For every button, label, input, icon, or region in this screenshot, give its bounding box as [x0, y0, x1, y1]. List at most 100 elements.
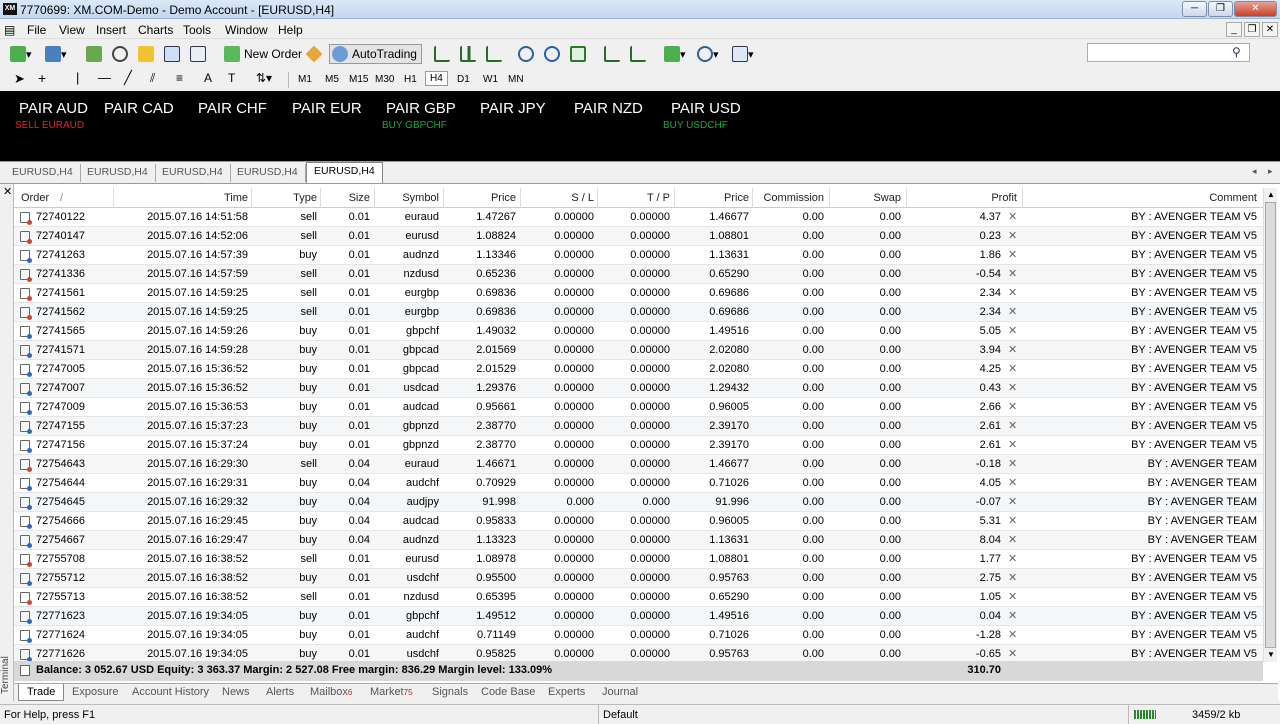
- vertical-scrollbar[interactable]: ▲ ▼: [1263, 188, 1277, 662]
- timeframe-w1[interactable]: W1: [483, 74, 498, 85]
- channel-icon[interactable]: ⫽: [150, 71, 155, 86]
- timeframe-m1[interactable]: M1: [298, 74, 312, 85]
- arrows-icon[interactable]: ⇅▾: [256, 71, 272, 85]
- metaeditor-button[interactable]: [305, 44, 323, 64]
- indicators-button[interactable]: ▾: [664, 44, 686, 64]
- table-row[interactable]: 72754666 2015.07.16 16:29:45 buy 0.04 audcad…: [14, 512, 1263, 531]
- timeframe-mn[interactable]: MN: [508, 74, 524, 85]
- table-row[interactable]: 72755712 2015.07.16 16:38:52 buy 0.01 usdchf…: [14, 569, 1263, 588]
- table-row[interactable]: 72740122 2015.07.16 14:51:58 sell 0.01 eurau…: [14, 208, 1263, 227]
- col-swap[interactable]: Swap: [844, 192, 901, 204]
- close-order-icon[interactable]: ✕: [1008, 476, 1017, 489]
- close-order-icon[interactable]: ✕: [1008, 419, 1017, 432]
- timeframe-h1[interactable]: H1: [404, 74, 417, 85]
- timeframe-d1[interactable]: D1: [457, 74, 470, 85]
- table-row[interactable]: 72747156 2015.07.16 15:37:24 buy 0.01 gbpnzd…: [14, 436, 1263, 455]
- table-row[interactable]: 72741336 2015.07.16 14:57:59 sell 0.01 nzdus…: [14, 265, 1263, 284]
- tab-scroll-left-icon[interactable]: ◂: [1252, 166, 1257, 177]
- autotrading-button[interactable]: AutoTrading: [329, 44, 422, 64]
- menu-view[interactable]: View: [59, 23, 85, 37]
- tab-account-history[interactable]: Account History: [132, 686, 209, 698]
- cursor-icon[interactable]: ➤: [14, 71, 25, 87]
- table-row[interactable]: 72747155 2015.07.16 15:37:23 buy 0.01 gbpnzd…: [14, 417, 1263, 436]
- col-symbol[interactable]: Symbol: [384, 192, 439, 204]
- col-type[interactable]: Type: [264, 192, 317, 204]
- search-input[interactable]: [1087, 43, 1250, 62]
- table-row[interactable]: 72741565 2015.07.16 14:59:26 buy 0.01 gbpchf…: [14, 322, 1263, 341]
- close-order-icon[interactable]: ✕: [1008, 362, 1017, 375]
- close-order-icon[interactable]: ✕: [1008, 590, 1017, 603]
- timeframe-m5[interactable]: M5: [325, 74, 339, 85]
- app-menu-icon[interactable]: ▤: [4, 23, 15, 37]
- zoom-in-button[interactable]: [518, 44, 534, 64]
- strategy-tester-button[interactable]: [190, 44, 206, 64]
- table-row[interactable]: 72755708 2015.07.16 16:38:52 sell 0.01 eurus…: [14, 550, 1263, 569]
- table-row[interactable]: 72741561 2015.07.16 14:59:25 sell 0.01 eurgb…: [14, 284, 1263, 303]
- col-time[interactable]: Time: [194, 192, 248, 204]
- table-row[interactable]: 72740147 2015.07.16 14:52:06 sell 0.01 eurus…: [14, 227, 1263, 246]
- tab-experts[interactable]: Experts: [548, 686, 585, 698]
- mdi-minimize-button[interactable]: _: [1226, 22, 1242, 37]
- maximize-button[interactable]: ❐: [1208, 1, 1233, 17]
- close-terminal-icon[interactable]: ✕: [3, 185, 12, 198]
- close-order-icon[interactable]: ✕: [1008, 286, 1017, 299]
- close-order-icon[interactable]: ✕: [1008, 438, 1017, 451]
- tab-exposure[interactable]: Exposure: [72, 686, 118, 698]
- close-order-icon[interactable]: ✕: [1008, 248, 1017, 261]
- table-row[interactable]: 72754643 2015.07.16 16:29:30 sell 0.04 eurau…: [14, 455, 1263, 474]
- close-order-icon[interactable]: ✕: [1008, 495, 1017, 508]
- vertical-line-icon[interactable]: |: [76, 70, 79, 85]
- close-order-icon[interactable]: ✕: [1008, 628, 1017, 641]
- table-row[interactable]: 72747005 2015.07.16 15:36:52 buy 0.01 gbpcad…: [14, 360, 1263, 379]
- timeframe-m15[interactable]: M15: [349, 74, 368, 85]
- tab-journal[interactable]: Journal: [602, 686, 638, 698]
- text-label-icon[interactable]: T: [228, 71, 235, 85]
- fibonacci-icon[interactable]: ≡: [176, 71, 183, 85]
- chart-tab-active[interactable]: EURUSD,H4: [306, 162, 383, 183]
- new-chart-button[interactable]: ▾: [10, 44, 32, 64]
- menu-insert[interactable]: Insert: [96, 23, 126, 37]
- table-row[interactable]: 72747007 2015.07.16 15:36:52 buy 0.01 usdcad…: [14, 379, 1263, 398]
- scroll-up-icon[interactable]: ▲: [1267, 190, 1275, 199]
- periods-button[interactable]: ▾: [697, 44, 719, 64]
- terminal-button[interactable]: [164, 44, 180, 64]
- tab-mailbox[interactable]: Mailbox6: [310, 686, 352, 698]
- bar-chart-button[interactable]: [434, 44, 450, 64]
- menu-file[interactable]: File: [27, 23, 46, 37]
- chart-tab[interactable]: EURUSD,H4: [155, 164, 231, 182]
- chart-window[interactable]: PAIR AUD PAIR CAD PAIR CHF PAIR EUR PAIR…: [0, 91, 1280, 161]
- chart-tab[interactable]: EURUSD,H4: [80, 164, 156, 182]
- close-order-icon[interactable]: ✕: [1008, 457, 1017, 470]
- table-row[interactable]: 72747009 2015.07.16 15:36:53 buy 0.01 audcad…: [14, 398, 1263, 417]
- trendline-icon[interactable]: ╱: [124, 70, 132, 86]
- scroll-thumb[interactable]: [1265, 202, 1276, 648]
- col-tp[interactable]: T / P: [610, 192, 670, 204]
- col-current-price[interactable]: Price: [684, 192, 749, 204]
- close-order-icon[interactable]: ✕: [1008, 343, 1017, 356]
- mdi-close-button[interactable]: ✕: [1262, 22, 1278, 37]
- zoom-out-button[interactable]: [544, 44, 560, 64]
- search-icon[interactable]: ⚲: [1232, 45, 1241, 59]
- close-order-icon[interactable]: ✕: [1008, 533, 1017, 546]
- table-row[interactable]: 72754667 2015.07.16 16:29:47 buy 0.04 audnzd…: [14, 531, 1263, 550]
- crosshair-tool-icon[interactable]: +: [38, 70, 46, 86]
- table-row[interactable]: 72741263 2015.07.16 14:57:39 buy 0.01 audnzd…: [14, 246, 1263, 265]
- line-chart-button[interactable]: [486, 44, 502, 64]
- chart-shift-button[interactable]: [630, 44, 646, 64]
- tab-signals[interactable]: Signals: [432, 686, 468, 698]
- templates-button[interactable]: ▾: [732, 44, 754, 64]
- menu-charts[interactable]: Charts: [138, 23, 173, 37]
- close-order-icon[interactable]: ✕: [1008, 267, 1017, 280]
- chart-tab[interactable]: EURUSD,H4: [230, 164, 306, 182]
- col-commission[interactable]: Commission: [754, 192, 824, 204]
- minimize-button[interactable]: ─: [1182, 1, 1207, 17]
- tab-trade[interactable]: Trade: [18, 684, 65, 701]
- close-order-icon[interactable]: ✕: [1008, 324, 1017, 337]
- table-row[interactable]: 72754644 2015.07.16 16:29:31 buy 0.04 audchf…: [14, 474, 1263, 493]
- menu-help[interactable]: Help: [278, 23, 303, 37]
- horizontal-line-icon[interactable]: —: [98, 70, 111, 85]
- menu-window[interactable]: Window: [225, 23, 268, 37]
- close-order-icon[interactable]: ✕: [1008, 229, 1017, 242]
- table-row[interactable]: 72741571 2015.07.16 14:59:28 buy 0.01 gbpcad…: [14, 341, 1263, 360]
- mdi-restore-button[interactable]: ❐: [1244, 22, 1260, 37]
